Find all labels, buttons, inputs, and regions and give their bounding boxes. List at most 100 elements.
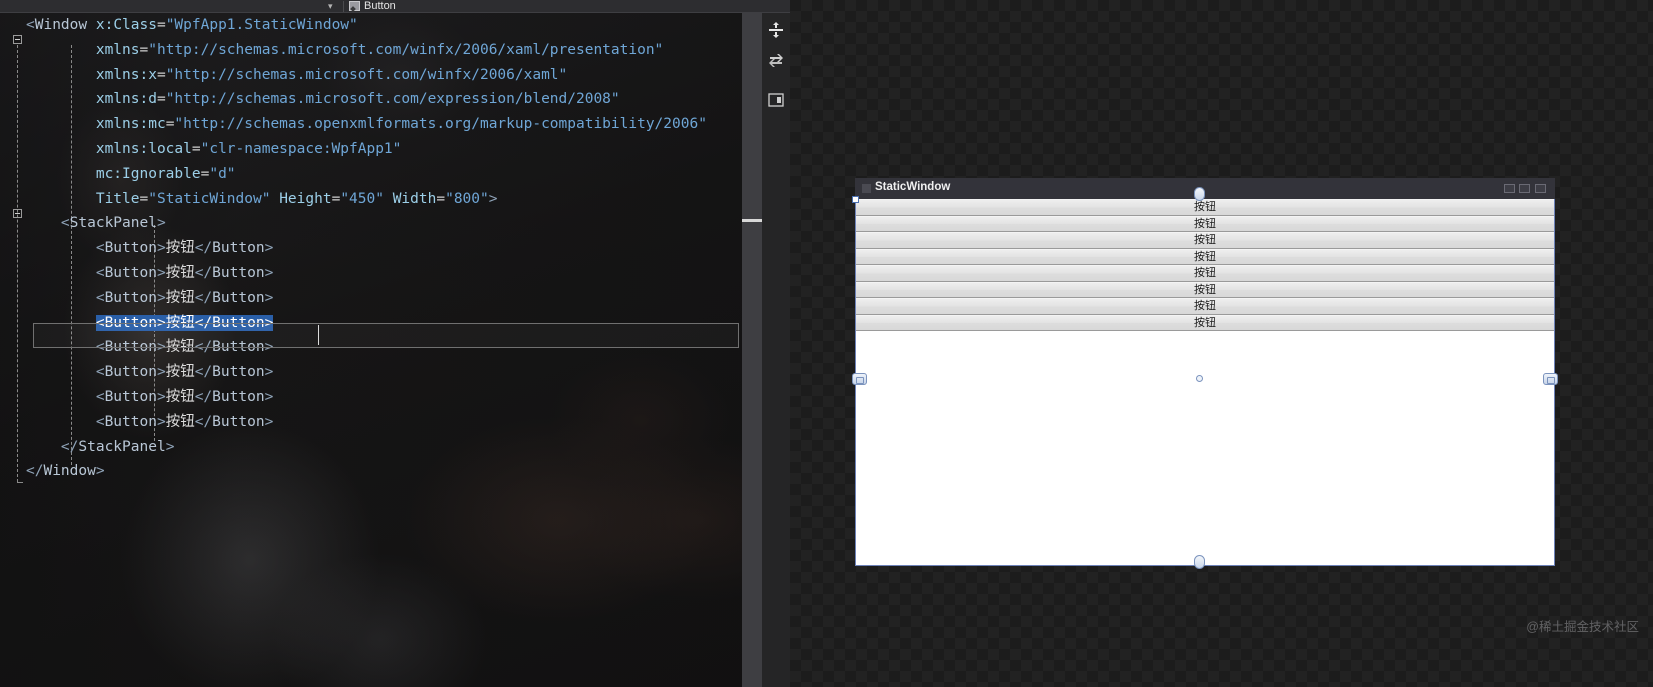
editor-vertical-scrollbar[interactable] <box>742 13 762 687</box>
member-button-icon <box>349 1 360 11</box>
code-token: > <box>264 413 274 430</box>
code-token: "http://schemas.microsoft.com/winfx/2006… <box>148 41 664 58</box>
code-token: > <box>156 364 166 381</box>
code-token: < <box>95 264 105 281</box>
code-token: 按钮 <box>165 240 195 257</box>
resize-handle-top-left[interactable] <box>852 196 859 203</box>
xaml-editor-pane[interactable]: ▾ Button <Window x:Class="WpfApp1.Static… <box>0 0 790 687</box>
preview-button[interactable]: 按钮 <box>856 232 1554 249</box>
code-lines[interactable]: <Window x:Class="WpfApp1.StaticWindow" x… <box>26 13 707 484</box>
code-line[interactable]: <Button>按钮</Button> <box>26 286 707 311</box>
preview-button-label: 按钮 <box>1194 300 1216 313</box>
window-icon <box>862 184 871 193</box>
preview-button-label: 按钮 <box>1194 250 1216 263</box>
designer-window-preview[interactable]: StaticWindow 按钮 按钮 按钮 按钮 按钮 按钮 按钮 按钮 <box>852 178 1558 569</box>
code-token: > <box>264 240 274 257</box>
code-line[interactable]: <Button>按钮</Button> <box>26 261 707 286</box>
code-token: </ <box>194 289 213 306</box>
chevron-down-icon[interactable]: ▾ <box>328 1 333 11</box>
code-token: "http://schemas.microsoft.com/winfx/2006… <box>165 66 568 83</box>
app-root: ▾ Button <Window x:Class="WpfApp1.Static… <box>0 0 1653 687</box>
maximize-button[interactable] <box>1519 184 1530 193</box>
minimize-button[interactable] <box>1504 184 1515 193</box>
code-token: = <box>156 66 166 83</box>
code-line[interactable]: <StackPanel> <box>26 211 707 236</box>
resize-grip-bottom[interactable] <box>1194 555 1205 569</box>
code-token: StackPanel <box>78 438 166 455</box>
align-pill-right[interactable] <box>1543 373 1558 385</box>
code-line[interactable]: xmlns:mc="http://schemas.openxmlformats.… <box>26 112 707 137</box>
preview-title-bar: StaticWindow <box>855 178 1555 199</box>
code-token: StackPanel <box>69 215 157 232</box>
wpf-designer-surface[interactable]: StaticWindow 按钮 按钮 按钮 按钮 按钮 按钮 按钮 按钮 @稀土掘金技术社区 <box>790 0 1653 687</box>
code-line[interactable]: xmlns="http://schemas.microsoft.com/winf… <box>26 38 707 63</box>
code-line[interactable]: <Button>按钮</Button> <box>26 385 707 410</box>
code-token: = <box>139 41 149 58</box>
preview-button-label: 按钮 <box>1194 201 1216 214</box>
code-token: Button <box>212 364 265 381</box>
swap-panes-icon[interactable] <box>767 51 785 69</box>
editor-tool-strip[interactable] <box>762 13 790 687</box>
code-line[interactable]: <Button>按钮</Button> <box>26 410 707 435</box>
code-token: = <box>436 190 446 207</box>
code-token: = <box>139 190 149 207</box>
preview-button[interactable]: 按钮 <box>856 314 1554 331</box>
preview-button-label: 按钮 <box>1194 217 1216 230</box>
code-token: "http://schemas.openxmlformats.org/marku… <box>174 116 707 133</box>
preview-button[interactable]: 按钮 <box>856 298 1554 315</box>
code-token: = <box>156 91 166 108</box>
preview-button[interactable]: 按钮 <box>856 265 1554 282</box>
code-token: < <box>95 413 105 430</box>
preview-client-area[interactable]: 按钮 按钮 按钮 按钮 按钮 按钮 按钮 按钮 <box>855 199 1555 566</box>
code-line[interactable]: xmlns:x="http://schemas.microsoft.com/wi… <box>26 63 707 88</box>
code-line[interactable]: xmlns:local="clr-namespace:WpfApp1" <box>26 137 707 162</box>
preview-button[interactable]: 按钮 <box>856 199 1554 216</box>
code-line[interactable]: </StackPanel> <box>26 435 707 460</box>
preview-button[interactable]: 按钮 <box>856 248 1554 265</box>
code-line[interactable]: xmlns:d="http://schemas.microsoft.com/ex… <box>26 87 707 112</box>
code-token: Width <box>392 190 437 207</box>
code-line[interactable]: Title="StaticWindow" Height="450" Width=… <box>26 187 707 212</box>
collapse-pane-icon[interactable] <box>767 91 785 109</box>
preview-button[interactable]: 按钮 <box>856 281 1554 298</box>
code-token: </ <box>194 413 213 430</box>
code-token: > <box>156 264 166 281</box>
fold-line-window <box>17 45 18 482</box>
code-line[interactable]: </Window> <box>26 459 707 484</box>
code-token: Button <box>104 364 157 381</box>
resize-grip-top[interactable] <box>1194 187 1205 201</box>
code-token: < <box>95 388 105 405</box>
close-button[interactable] <box>1535 184 1546 193</box>
code-token: "WpfApp1.StaticWindow" <box>165 17 358 33</box>
code-token: < <box>95 364 105 381</box>
code-token: Button <box>104 289 157 306</box>
code-token: Window <box>34 17 88 33</box>
fold-toggle-stackpanel[interactable] <box>13 209 22 218</box>
watermark-text: @稀土掘金技术社区 <box>1526 620 1639 634</box>
code-token: = <box>156 17 166 33</box>
code-token: > <box>264 289 274 306</box>
anchor-dot-center[interactable] <box>1196 375 1203 382</box>
code-token: Button <box>212 413 265 430</box>
code-editor-surface[interactable]: <Window x:Class="WpfApp1.StaticWindow" x… <box>0 13 742 687</box>
scrollbar-caret-tick <box>742 219 762 222</box>
editor-navigation-bar[interactable]: ▾ Button <box>0 0 790 13</box>
code-line[interactable]: <Window x:Class="WpfApp1.StaticWindow" <box>26 13 707 38</box>
code-token: Button <box>212 264 265 281</box>
code-token: > <box>156 388 166 405</box>
code-line[interactable]: <Button>按钮</Button> <box>26 236 707 261</box>
align-pill-left[interactable] <box>852 373 867 385</box>
code-line[interactable]: mc:Ignorable="d" <box>26 162 707 187</box>
outlining-margin[interactable] <box>0 13 26 687</box>
code-line[interactable]: <Button>按钮</Button> <box>26 360 707 385</box>
preview-button[interactable]: 按钮 <box>856 215 1554 232</box>
code-token: "clr-namespace:WpfApp1" <box>200 140 402 157</box>
code-token: </ <box>194 264 213 281</box>
code-token: Title <box>95 190 140 207</box>
code-token: xmlns:mc <box>95 116 166 133</box>
code-token: Window <box>43 463 96 480</box>
code-token: Button <box>212 388 265 405</box>
fold-toggle-window[interactable] <box>13 35 22 44</box>
split-view-icon[interactable] <box>767 21 785 39</box>
